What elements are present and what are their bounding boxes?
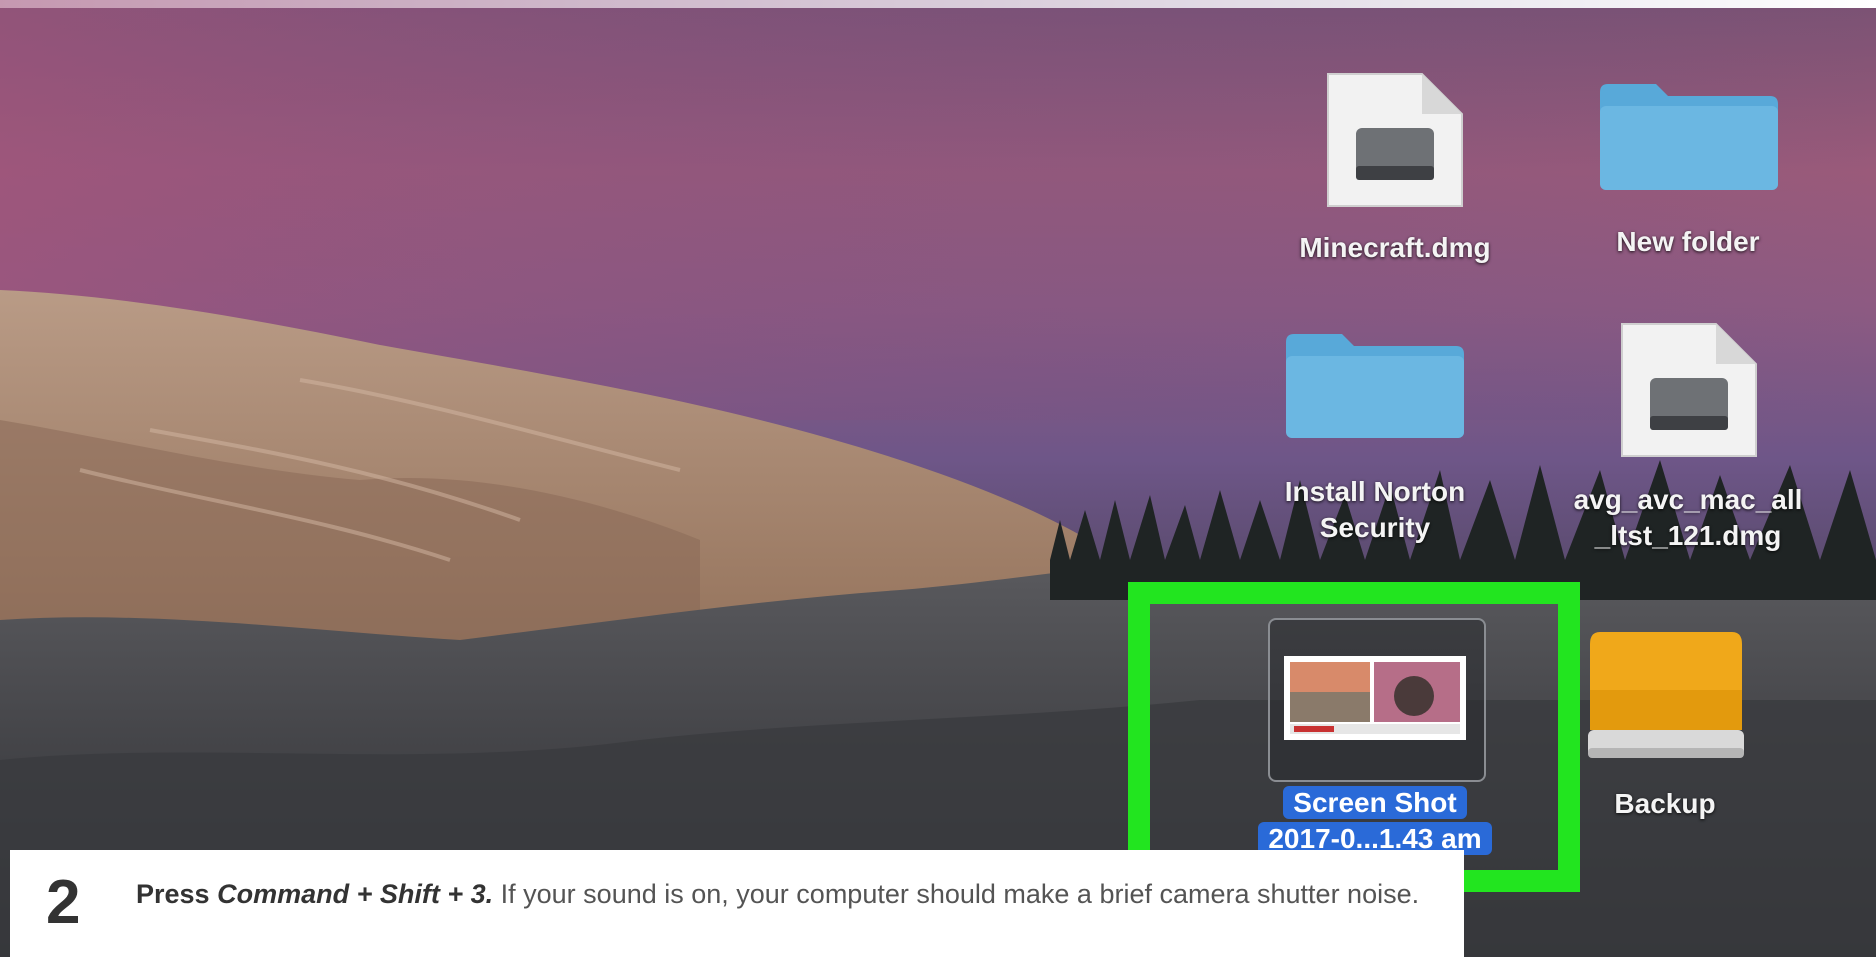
folder-icon[interactable] [1598,82,1780,192]
icon-label-install-norton[interactable]: Install Norton Security [1230,474,1520,546]
disk-image-icon[interactable] [1326,72,1464,208]
icon-label-line: avg_avc_mac_all [1573,484,1803,515]
icon-label-line: Security [1319,512,1431,543]
instruction-caption: 2 Press Command + Shift + 3. If your sou… [10,850,1464,957]
step-number: 2 [46,868,81,937]
step-description: If your sound is on, your computer shoul… [493,879,1420,909]
icon-label-new-folder[interactable]: New folder [1550,224,1826,260]
disk-image-icon[interactable] [1620,322,1758,458]
step-action-prefix: Press [136,879,218,909]
icon-label-avg-dmg[interactable]: avg_avc_mac_all _ltst_121.dmg [1530,482,1846,554]
step-action: Command + Shift + 3. [217,879,494,909]
folder-icon[interactable] [1284,332,1466,440]
highlight-box [1128,582,1580,892]
external-drive-icon[interactable] [1586,630,1746,762]
icon-label-backup[interactable]: Backup [1580,786,1750,822]
icon-label-line: Install Norton [1284,476,1466,507]
desktop: Minecraft.dmg New folder Install Norton … [0,0,1876,957]
step-text: Press Command + Shift + 3. If your sound… [136,874,1436,914]
icon-label-line: _ltst_121.dmg [1594,520,1782,551]
icon-label-minecraft[interactable]: Minecraft.dmg [1240,230,1550,266]
